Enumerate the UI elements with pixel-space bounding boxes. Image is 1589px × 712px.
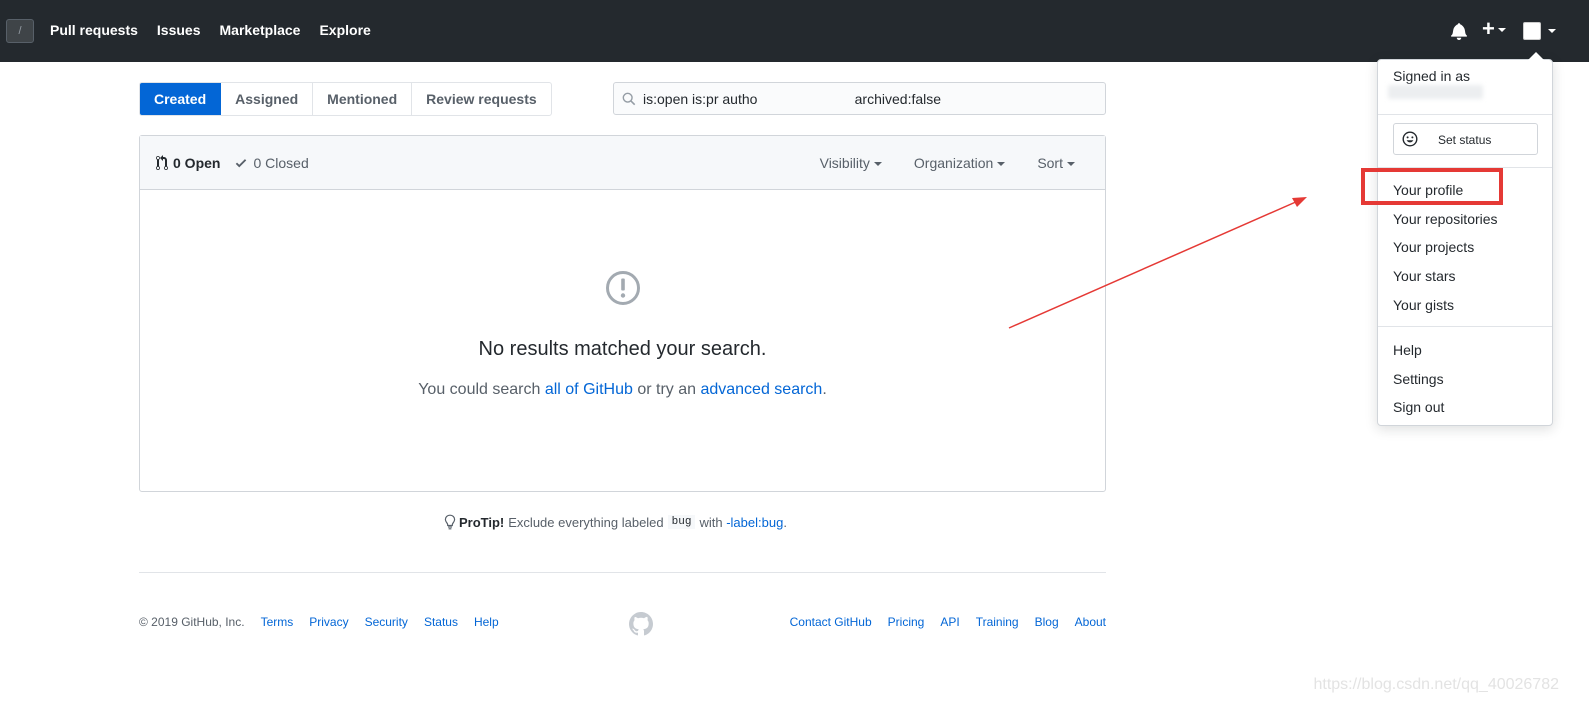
caret-down-icon <box>997 162 1006 167</box>
footer-terms-link[interactable]: Terms <box>261 615 294 629</box>
filter-tabs: Created Assigned Mentioned Review reques… <box>139 82 552 116</box>
avatar[interactable] <box>1523 22 1541 40</box>
protip: ProTip! Exclude everything labeled bug w… <box>444 514 787 530</box>
protip-label-link[interactable]: -label:bug <box>726 515 783 530</box>
dropdown-pointer <box>1528 52 1544 60</box>
bell-icon[interactable] <box>1451 22 1467 43</box>
check-icon <box>236 159 247 168</box>
open-state-link[interactable]: 0 Open <box>156 155 220 171</box>
set-status-label: Set status <box>1438 133 1492 147</box>
footer-security-link[interactable]: Security <box>365 615 408 629</box>
blank-text-part: or try an <box>632 381 701 398</box>
footer-divider <box>139 572 1106 573</box>
nav-issues[interactable]: Issues <box>157 22 201 38</box>
tab-review-requests[interactable]: Review requests <box>412 83 551 115</box>
user-dropdown-menu: Signed in as Set status Your profile You… <box>1377 59 1553 426</box>
tab-mentioned[interactable]: Mentioned <box>313 83 413 115</box>
results-header: 0 Open 0 Closed Visibility Organization … <box>140 136 1105 190</box>
organization-label: Organization <box>913 155 994 171</box>
state-toggle: 0 Open 0 Closed <box>156 155 309 171</box>
menu-settings[interactable]: Settings <box>1393 371 1444 387</box>
menu-help[interactable]: Help <box>1393 342 1422 358</box>
search-all-github-link[interactable]: all of GitHub <box>545 381 633 398</box>
protip-end: . <box>783 514 787 530</box>
tab-assigned[interactable]: Assigned <box>221 83 314 115</box>
visibility-filter[interactable]: Visibility <box>820 155 882 171</box>
username-redacted <box>1388 85 1483 99</box>
smiley-icon <box>1402 131 1418 150</box>
nav-explore[interactable]: Explore <box>319 22 370 38</box>
open-count: 0 Open <box>173 155 221 171</box>
search-shortcut-key[interactable]: / <box>6 19 34 43</box>
main-nav: Pull requests Issues Marketplace Explore <box>50 22 371 38</box>
search-box <box>613 82 1106 115</box>
organization-filter[interactable]: Organization <box>913 155 1006 171</box>
footer-privacy-link[interactable]: Privacy <box>309 615 348 629</box>
highlight-box <box>1361 168 1503 205</box>
filter-menus: Visibility Organization Sort <box>820 155 1075 171</box>
footer-api-link[interactable]: API <box>940 615 959 629</box>
menu-your-stars[interactable]: Your stars <box>1393 268 1456 284</box>
menu-divider <box>1378 114 1552 115</box>
protip-with: with <box>699 514 723 530</box>
sort-label: Sort <box>1037 155 1063 171</box>
copyright: © 2019 GitHub, Inc. <box>139 615 245 629</box>
footer-right: Contact GitHub Pricing API Training Blog… <box>790 615 1106 629</box>
menu-your-repositories[interactable]: Your repositories <box>1393 211 1498 227</box>
protip-code: bug <box>667 515 696 529</box>
footer-about-link[interactable]: About <box>1075 615 1106 629</box>
create-new-plus-icon[interactable]: + <box>1482 18 1506 40</box>
blank-title: No results matched your search. <box>478 338 767 360</box>
nav-pull-requests[interactable]: Pull requests <box>50 22 138 38</box>
alert-circle-icon <box>605 270 641 309</box>
caret-down-icon <box>1067 162 1075 167</box>
caret-down-icon <box>1497 28 1506 33</box>
menu-divider <box>1378 326 1552 327</box>
advanced-search-link[interactable]: advanced search <box>700 381 822 398</box>
caret-down-icon <box>1548 29 1556 33</box>
results-box: 0 Open 0 Closed Visibility Organization … <box>139 135 1106 492</box>
menu-your-projects[interactable]: Your projects <box>1393 239 1474 255</box>
menu-sign-out[interactable]: Sign out <box>1393 399 1444 415</box>
signed-in-as-label: Signed in as <box>1393 68 1471 84</box>
nav-marketplace[interactable]: Marketplace <box>220 22 301 38</box>
closed-count: 0 Closed <box>253 155 309 171</box>
blank-text: You could search all of GitHub or try an… <box>140 381 1105 399</box>
footer-contact-link[interactable]: Contact GitHub <box>790 615 872 629</box>
footer-training-link[interactable]: Training <box>976 615 1019 629</box>
protip-text: Exclude everything labeled <box>508 514 664 530</box>
sort-filter[interactable]: Sort <box>1037 155 1075 171</box>
github-mark-icon[interactable] <box>629 612 653 639</box>
top-header: / Pull requests Issues Marketplace Explo… <box>0 0 1589 62</box>
watermark: https://blog.csdn.net/qq_40026782 <box>1313 676 1559 693</box>
footer-pricing-link[interactable]: Pricing <box>888 615 925 629</box>
blank-text-part: . <box>822 381 827 398</box>
menu-your-gists[interactable]: Your gists <box>1393 297 1454 313</box>
footer-blog-link[interactable]: Blog <box>1035 615 1059 629</box>
pull-request-icon <box>156 155 168 170</box>
set-status-button[interactable]: Set status <box>1393 123 1538 155</box>
footer-left: © 2019 GitHub, Inc. Terms Privacy Securi… <box>139 615 499 629</box>
closed-state-link[interactable]: 0 Closed <box>234 155 309 171</box>
visibility-label: Visibility <box>819 155 870 171</box>
search-input[interactable] <box>643 83 1098 114</box>
protip-label: ProTip! <box>459 514 505 530</box>
footer-help-link[interactable]: Help <box>474 615 499 629</box>
footer-status-link[interactable]: Status <box>424 615 458 629</box>
search-icon <box>622 92 636 109</box>
caret-down-icon <box>873 162 882 167</box>
blank-slate: No results matched your search. You coul… <box>140 190 1105 491</box>
tab-created[interactable]: Created <box>140 83 222 115</box>
blank-text-part: You could search <box>418 381 545 398</box>
light-bulb-icon <box>444 514 456 530</box>
